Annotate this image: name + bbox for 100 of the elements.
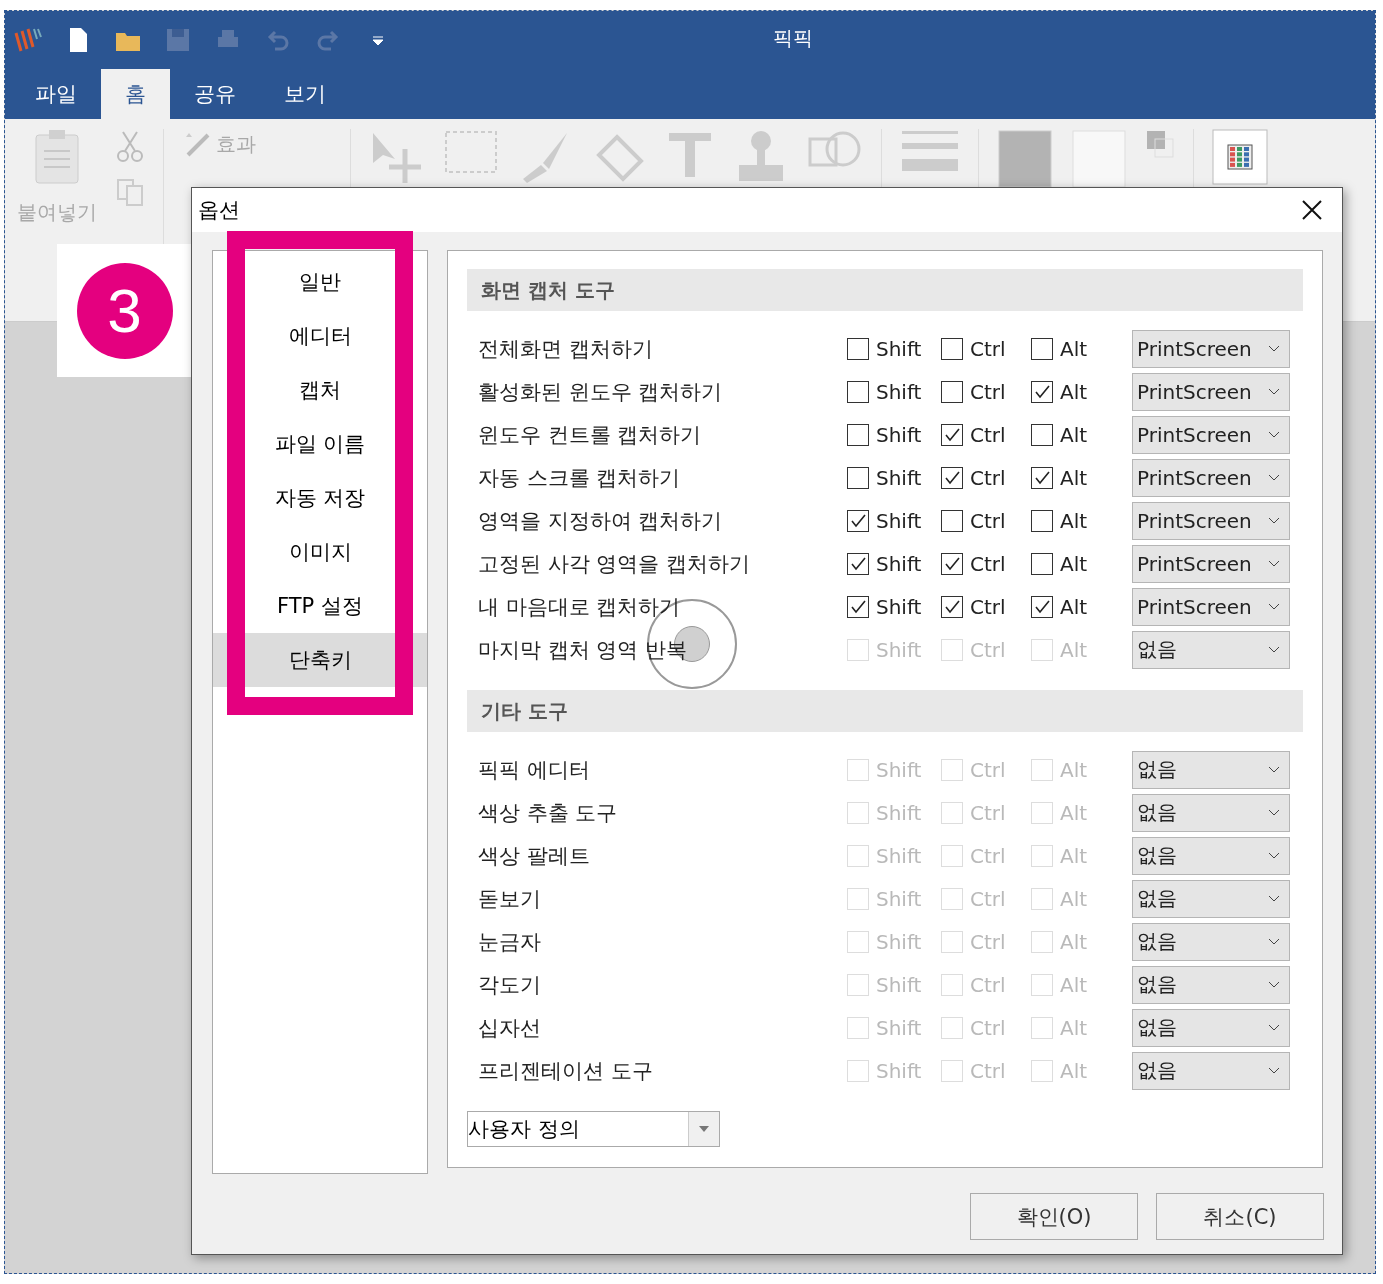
chevron-icon <box>1267 893 1281 904</box>
fill-color-swatch <box>997 129 1053 189</box>
modifier-checkbox[interactable] <box>1031 380 1053 403</box>
modifier-checkbox[interactable] <box>941 509 963 532</box>
category-item[interactable]: 파일 이름 <box>247 417 393 471</box>
modifier-label: Shift <box>876 1058 922 1083</box>
key-dropdown[interactable]: PrintScreen <box>1132 501 1290 540</box>
chevron-icon <box>1267 386 1281 397</box>
key-dropdown[interactable]: PrintScreen <box>1132 372 1290 411</box>
key-dropdown[interactable]: PrintScreen <box>1132 329 1290 368</box>
shortcut-label: 눈금자 <box>478 928 542 956</box>
shortcut-label: 윈도우 컨트롤 캡처하기 <box>478 421 703 449</box>
modifier-label: Shift <box>876 757 922 782</box>
modifier-checkbox[interactable] <box>847 380 869 403</box>
category-item[interactable]: 에디터 <box>247 309 393 363</box>
dialog-title: 옵션 <box>198 197 240 224</box>
modifier-label: Alt <box>1060 594 1088 619</box>
modifier-checkbox[interactable] <box>941 380 963 403</box>
key-dropdown[interactable]: PrintScreen <box>1132 587 1290 626</box>
chevron-icon <box>1267 558 1281 569</box>
modifier-label: Ctrl <box>970 379 1006 404</box>
modifier-label: Alt <box>1060 465 1088 490</box>
shortcut-label: 자동 스크롤 캡처하기 <box>478 464 682 492</box>
shortcut-label: 마지막 캡처 영역 반복 <box>478 636 689 664</box>
shortcut-label: 색상 팔레트 <box>478 842 591 870</box>
ribbon-tab[interactable]: 파일 <box>11 69 101 119</box>
modifier-label: Alt <box>1060 508 1088 533</box>
chevron-icon <box>1267 979 1281 990</box>
modifier-label: Alt <box>1060 1015 1088 1040</box>
modifier-checkbox[interactable] <box>941 423 963 446</box>
modifier-label: Alt <box>1060 379 1088 404</box>
modifier-checkbox[interactable] <box>847 552 869 575</box>
modifier-checkbox[interactable] <box>847 466 869 489</box>
modifier-label: Shift <box>876 1015 922 1040</box>
chevron-icon <box>1267 429 1281 440</box>
shortcut-label: 프리젠테이션 도구 <box>478 1057 654 1085</box>
dialog-button[interactable]: 확인(O) <box>970 1193 1138 1240</box>
modifier-checkbox[interactable] <box>1031 552 1053 575</box>
key-dropdown[interactable]: PrintScreen <box>1132 458 1290 497</box>
modifier-label: Shift <box>876 972 922 997</box>
modifier-label: Alt <box>1060 637 1088 662</box>
key-dropdown[interactable]: PrintScreen <box>1132 415 1290 454</box>
modifier-label: Ctrl <box>970 637 1006 662</box>
dialog-button[interactable]: 취소(C) <box>1156 1193 1324 1240</box>
modifier-label: Alt <box>1060 336 1088 361</box>
shortcut-label: 내 마음대로 캡처하기 <box>478 593 682 621</box>
modifier-label: Ctrl <box>970 508 1006 533</box>
effects-label: 효과 <box>216 130 256 158</box>
scissors-icon <box>115 129 145 163</box>
modifier-checkbox[interactable] <box>1031 595 1053 618</box>
modifier-checkbox[interactable] <box>1031 509 1053 532</box>
modifier-label: Ctrl <box>970 465 1006 490</box>
close-button[interactable] <box>1300 198 1324 222</box>
shortcut-label: 픽픽 에디터 <box>478 756 591 784</box>
shortcut-label: 활성화된 윈도우 캡처하기 <box>478 378 724 406</box>
modifier-checkbox[interactable] <box>941 552 963 575</box>
modifier-checkbox[interactable] <box>847 509 869 532</box>
category-item[interactable]: 캡처 <box>247 363 393 417</box>
modifier-checkbox[interactable] <box>941 337 963 360</box>
category-item[interactable]: FTP 설정 <box>247 579 393 633</box>
category-item[interactable]: 자동 저장 <box>247 471 393 525</box>
modifier-label: Alt <box>1060 1058 1088 1083</box>
shortcut-label: 고정된 사각 영역을 캡처하기 <box>478 550 752 578</box>
caret-icon <box>698 1125 710 1133</box>
modifier-checkbox[interactable] <box>847 423 869 446</box>
modifier-label: Shift <box>876 508 922 533</box>
modifier-checkbox[interactable] <box>1031 337 1053 360</box>
shortcut-label: 돋보기 <box>478 885 542 913</box>
chevron-icon <box>1267 1065 1281 1076</box>
category-item[interactable]: 이미지 <box>247 525 393 579</box>
modifier-checkbox[interactable] <box>1031 466 1053 489</box>
modifier-label: Shift <box>876 886 922 911</box>
modifier-label: Shift <box>876 551 922 576</box>
key-dropdown[interactable]: PrintScreen <box>1132 544 1290 583</box>
dashed-rectangle-icon <box>443 129 499 175</box>
chevron-icon <box>1267 343 1281 354</box>
modifier-label: Alt <box>1060 800 1088 825</box>
section-header: 기타 도구 <box>467 690 1303 732</box>
chevron-icon <box>1267 472 1281 483</box>
chevron-icon <box>1267 807 1281 818</box>
modifier-checkbox[interactable] <box>941 595 963 618</box>
shortcut-label: 각도기 <box>478 971 542 999</box>
swap-colors-icon <box>1145 129 1175 159</box>
modifier-label: Shift <box>876 465 922 490</box>
color-palette-icon[interactable] <box>1212 129 1268 185</box>
shortcut-label: 십자선 <box>478 1014 542 1042</box>
preset-dropdown[interactable]: 사용자 정의 <box>467 1111 720 1147</box>
modifier-checkbox[interactable] <box>847 595 869 618</box>
modifier-checkbox[interactable] <box>941 466 963 489</box>
category-item[interactable]: 일반 <box>247 255 393 309</box>
modifier-checkbox[interactable] <box>847 337 869 360</box>
modifier-checkbox[interactable] <box>1031 423 1053 446</box>
modifier-label: Alt <box>1060 843 1088 868</box>
ribbon-tab[interactable]: 보기 <box>260 69 350 119</box>
modifier-label: Ctrl <box>970 886 1006 911</box>
ribbon-tab[interactable]: 공유 <box>170 69 260 119</box>
modifier-label: Shift <box>876 843 922 868</box>
ribbon-tab[interactable]: 홈 <box>101 69 170 119</box>
paste-label: 붙여넣기 <box>17 199 97 226</box>
copy-icon <box>115 177 145 207</box>
